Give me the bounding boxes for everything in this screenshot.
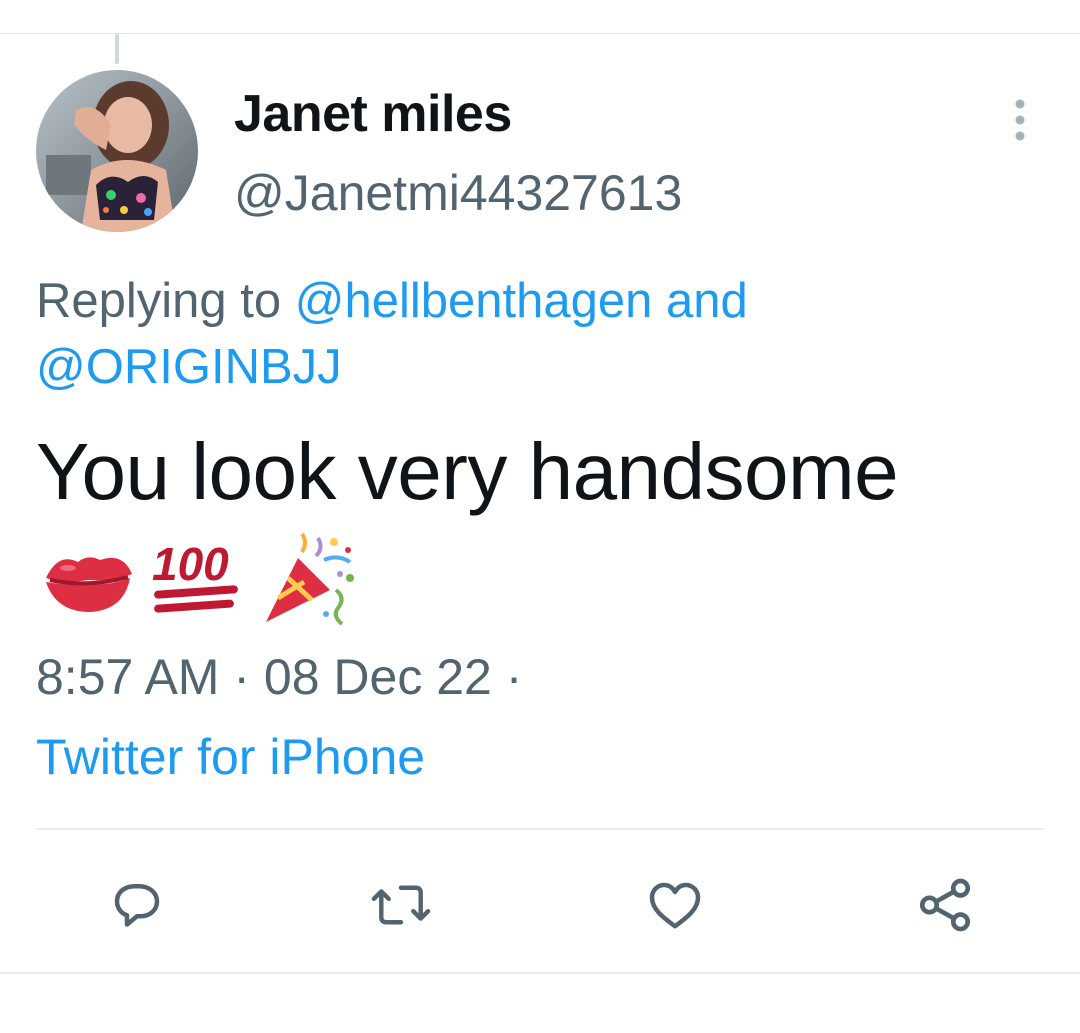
reply-button[interactable] [102,870,172,940]
author-display-name[interactable]: Janet miles [234,84,512,144]
kiss-mark-emoji [46,557,132,612]
tweet-source-link[interactable]: Twitter for iPhone [36,728,425,786]
hundred-points-emoji: 100 [152,538,238,613]
reply-bubble-icon [114,884,160,927]
more-options-icon[interactable] [1004,98,1036,142]
avatar[interactable] [36,70,198,232]
thread-connector-line [115,34,119,64]
and-joiner: and [652,274,748,328]
party-popper-emoji [266,532,354,626]
replying-to-label: Replying to [36,274,295,328]
replying-to-context: Replying to @hellbenthagen and @ORIGINBJ… [36,268,1046,400]
bottom-divider [0,972,1080,974]
like-button[interactable] [640,870,710,940]
actions-divider [36,828,1044,830]
tweet-text: You look very handsome [36,427,899,516]
mention-link-hellbenthagen[interactable]: @hellbenthagen [295,274,653,328]
tweet-detail-view: Janet miles @Janetmi44327613 Replying to… [0,0,1080,1033]
share-button[interactable] [910,870,980,940]
tweet-date: 08 Dec 22 [263,649,492,705]
author-handle[interactable]: @Janetmi44327613 [234,164,682,222]
tweet-time: 8:57 AM [36,649,220,705]
top-divider [0,33,1080,34]
separator-dot: · [233,649,251,705]
heart-icon [649,882,701,929]
share-icon [919,878,971,932]
retweet-icon [371,885,431,925]
svg-text:100: 100 [152,538,229,590]
retweet-button[interactable] [366,870,436,940]
separator-dot: · [505,649,523,705]
mention-link-originbjj[interactable]: @ORIGINBJJ [36,340,342,394]
tweet-timestamp[interactable]: 8:57 AM · 08 Dec 22 · [36,648,522,706]
